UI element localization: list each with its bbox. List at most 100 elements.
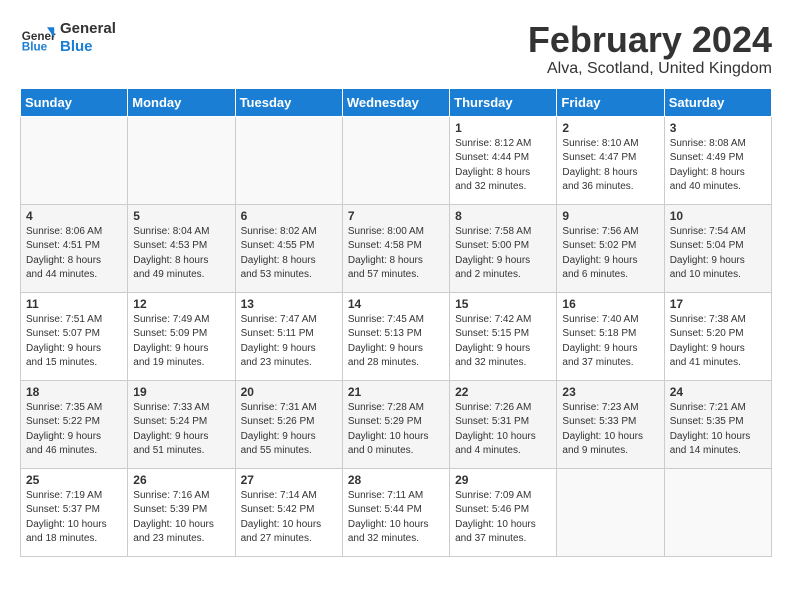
page-header: General Blue General Blue February 2024 … [20, 20, 772, 78]
day-number: 11 [26, 297, 122, 311]
calendar-title: February 2024 [528, 20, 772, 60]
calendar-cell: 10Sunrise: 7:54 AM Sunset: 5:04 PM Dayli… [664, 204, 771, 292]
day-number: 8 [455, 209, 551, 223]
calendar-cell: 14 Sunrise: 7:45 AM Sunset: 5:13 PM Dayli… [342, 292, 449, 380]
day-info: Sunrise: 8:06 AM Sunset: 4:51 PM Dayligh… [26, 225, 122, 283]
calendar-cell: 29Sunrise: 7:09 AM Sunset: 5:46 PM Dayli… [450, 468, 557, 556]
day-number: 22 [455, 385, 551, 399]
weekday-saturday: Saturday [664, 88, 771, 116]
day-info: Sunrise: 7:33 AM Sunset: 5:24 PM Dayligh… [133, 401, 229, 459]
calendar-cell: 6 Sunrise: 8:02 AM Sunset: 4:55 PM Daylig… [235, 204, 342, 292]
calendar-cell: 23 Sunrise: 7:23 AM Sunset: 5:33 PM Dayli… [557, 380, 664, 468]
day-info: Sunrise: 8:00 AM Sunset: 4:58 PM Dayligh… [348, 225, 444, 283]
day-info: Sunrise: 8:10 AM Sunset: 4:47 PM Dayligh… [562, 137, 658, 195]
logo-blue: Blue [60, 38, 116, 56]
calendar-cell: 18 Sunrise: 7:35 AM Sunset: 5:22 PM Dayli… [21, 380, 128, 468]
weekday-sunday: Sunday [21, 88, 128, 116]
day-number: 7 [348, 209, 444, 223]
day-number: 5 [133, 209, 229, 223]
day-number: 13 [241, 297, 337, 311]
calendar-cell: 5 Sunrise: 8:04 AM Sunset: 4:53 PM Daylig… [128, 204, 235, 292]
day-info: Sunrise: 7:14 AM Sunset: 5:42 PM Dayligh… [241, 489, 337, 547]
logo-icon: General Blue [20, 20, 56, 56]
weekday-thursday: Thursday [450, 88, 557, 116]
calendar-cell: 12Sunrise: 7:49 AM Sunset: 5:09 PM Dayli… [128, 292, 235, 380]
day-info: Sunrise: 8:04 AM Sunset: 4:53 PM Dayligh… [133, 225, 229, 283]
calendar-cell: 27Sunrise: 7:14 AM Sunset: 5:42 PM Dayli… [235, 468, 342, 556]
calendar-cell: 2 Sunrise: 8:10 AM Sunset: 4:47 PM Daylig… [557, 116, 664, 204]
day-number: 12 [133, 297, 229, 311]
week-row-3: 11 Sunrise: 7:51 AM Sunset: 5:07 PM Dayli… [21, 292, 772, 380]
day-number: 1 [455, 121, 551, 135]
calendar-cell: 9Sunrise: 7:56 AM Sunset: 5:02 PM Daylig… [557, 204, 664, 292]
day-info: Sunrise: 7:42 AM Sunset: 5:15 PM Dayligh… [455, 313, 551, 371]
calendar-cell: 22 Sunrise: 7:26 AM Sunset: 5:31 PM Dayli… [450, 380, 557, 468]
calendar-cell: 8Sunrise: 7:58 AM Sunset: 5:00 PM Daylig… [450, 204, 557, 292]
week-row-5: 25Sunrise: 7:19 AM Sunset: 5:37 PM Dayli… [21, 468, 772, 556]
calendar-cell: 7 Sunrise: 8:00 AM Sunset: 4:58 PM Daylig… [342, 204, 449, 292]
calendar-cell: 16 Sunrise: 7:40 AM Sunset: 5:18 PM Dayli… [557, 292, 664, 380]
calendar-cell: 28 Sunrise: 7:11 AM Sunset: 5:44 PM Dayli… [342, 468, 449, 556]
calendar-cell [557, 468, 664, 556]
day-info: Sunrise: 8:08 AM Sunset: 4:49 PM Dayligh… [670, 137, 766, 195]
day-info: Sunrise: 7:26 AM Sunset: 5:31 PM Dayligh… [455, 401, 551, 459]
day-number: 24 [670, 385, 766, 399]
day-number: 21 [348, 385, 444, 399]
calendar-table: SundayMondayTuesdayWednesdayThursdayFrid… [20, 88, 772, 557]
calendar-subtitle: Alva, Scotland, United Kingdom [528, 60, 772, 78]
day-number: 4 [26, 209, 122, 223]
day-info: Sunrise: 7:54 AM Sunset: 5:04 PM Dayligh… [670, 225, 766, 283]
day-info: Sunrise: 7:45 AM Sunset: 5:13 PM Dayligh… [348, 313, 444, 371]
day-number: 16 [562, 297, 658, 311]
calendar-cell: 19 Sunrise: 7:33 AM Sunset: 5:24 PM Dayli… [128, 380, 235, 468]
day-number: 14 [348, 297, 444, 311]
day-info: Sunrise: 7:56 AM Sunset: 5:02 PM Dayligh… [562, 225, 658, 283]
day-info: Sunrise: 7:47 AM Sunset: 5:11 PM Dayligh… [241, 313, 337, 371]
calendar-cell [664, 468, 771, 556]
calendar-cell: 17 Sunrise: 7:38 AM Sunset: 5:20 PM Dayli… [664, 292, 771, 380]
weekday-friday: Friday [557, 88, 664, 116]
weekday-header-row: SundayMondayTuesdayWednesdayThursdayFrid… [21, 88, 772, 116]
day-number: 26 [133, 473, 229, 487]
day-info: Sunrise: 7:21 AM Sunset: 5:35 PM Dayligh… [670, 401, 766, 459]
calendar-cell [342, 116, 449, 204]
day-info: Sunrise: 7:16 AM Sunset: 5:39 PM Dayligh… [133, 489, 229, 547]
logo: General Blue General Blue [20, 20, 116, 56]
day-number: 25 [26, 473, 122, 487]
calendar-cell [235, 116, 342, 204]
day-info: Sunrise: 7:11 AM Sunset: 5:44 PM Dayligh… [348, 489, 444, 547]
day-number: 28 [348, 473, 444, 487]
day-number: 18 [26, 385, 122, 399]
calendar-cell [128, 116, 235, 204]
day-info: Sunrise: 7:51 AM Sunset: 5:07 PM Dayligh… [26, 313, 122, 371]
day-number: 23 [562, 385, 658, 399]
calendar-cell: 25Sunrise: 7:19 AM Sunset: 5:37 PM Dayli… [21, 468, 128, 556]
day-number: 20 [241, 385, 337, 399]
calendar-cell: 20 Sunrise: 7:31 AM Sunset: 5:26 PM Dayli… [235, 380, 342, 468]
calendar-cell: 1 Sunrise: 8:12 AM Sunset: 4:44 PM Daylig… [450, 116, 557, 204]
logo-general: General [60, 20, 116, 38]
title-block: February 2024 Alva, Scotland, United Kin… [528, 20, 772, 78]
calendar-cell: 3Sunrise: 8:08 AM Sunset: 4:49 PM Daylig… [664, 116, 771, 204]
day-info: Sunrise: 7:28 AM Sunset: 5:29 PM Dayligh… [348, 401, 444, 459]
day-number: 17 [670, 297, 766, 311]
weekday-monday: Monday [128, 88, 235, 116]
day-info: Sunrise: 7:31 AM Sunset: 5:26 PM Dayligh… [241, 401, 337, 459]
week-row-2: 4 Sunrise: 8:06 AM Sunset: 4:51 PM Daylig… [21, 204, 772, 292]
day-info: Sunrise: 7:09 AM Sunset: 5:46 PM Dayligh… [455, 489, 551, 547]
day-info: Sunrise: 7:35 AM Sunset: 5:22 PM Dayligh… [26, 401, 122, 459]
day-info: Sunrise: 7:38 AM Sunset: 5:20 PM Dayligh… [670, 313, 766, 371]
calendar-cell: 24 Sunrise: 7:21 AM Sunset: 5:35 PM Dayli… [664, 380, 771, 468]
week-row-4: 18 Sunrise: 7:35 AM Sunset: 5:22 PM Dayli… [21, 380, 772, 468]
day-number: 6 [241, 209, 337, 223]
day-info: Sunrise: 8:12 AM Sunset: 4:44 PM Dayligh… [455, 137, 551, 195]
calendar-cell: 15Sunrise: 7:42 AM Sunset: 5:15 PM Dayli… [450, 292, 557, 380]
day-info: Sunrise: 7:40 AM Sunset: 5:18 PM Dayligh… [562, 313, 658, 371]
weekday-tuesday: Tuesday [235, 88, 342, 116]
day-number: 2 [562, 121, 658, 135]
calendar-cell: 21 Sunrise: 7:28 AM Sunset: 5:29 PM Dayli… [342, 380, 449, 468]
day-number: 19 [133, 385, 229, 399]
calendar-cell: 11 Sunrise: 7:51 AM Sunset: 5:07 PM Dayli… [21, 292, 128, 380]
day-info: Sunrise: 7:23 AM Sunset: 5:33 PM Dayligh… [562, 401, 658, 459]
day-info: Sunrise: 8:02 AM Sunset: 4:55 PM Dayligh… [241, 225, 337, 283]
